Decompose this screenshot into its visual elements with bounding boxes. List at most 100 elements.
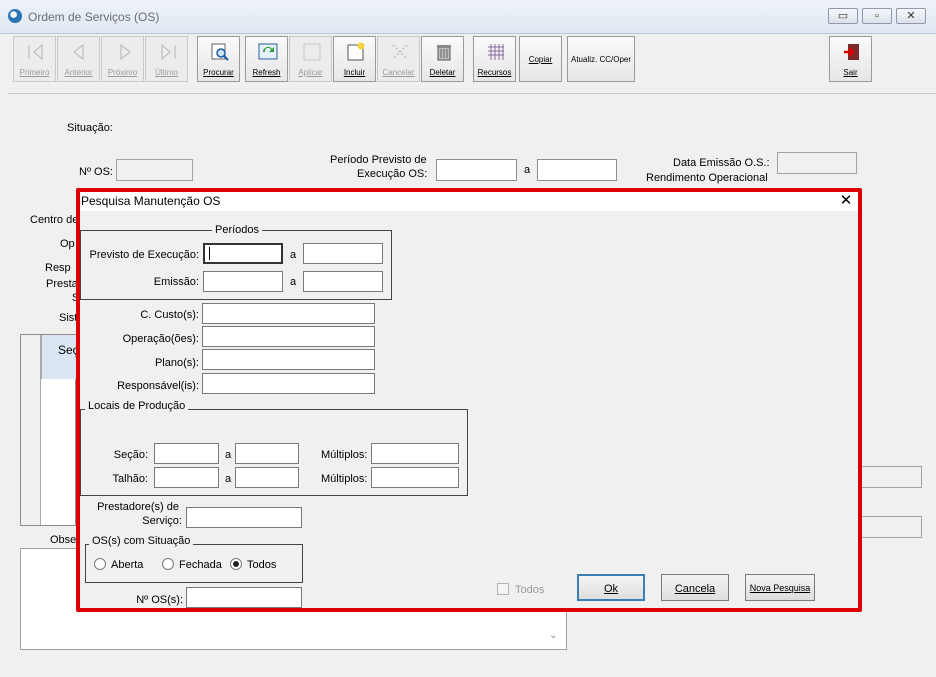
rendimento-label: Rendimento Operacional: [646, 172, 768, 184]
no-os-label: Nº OS:: [79, 166, 113, 178]
next-button-label: Próximo: [107, 68, 138, 77]
todos-checkbox-label: Todos: [515, 584, 545, 596]
last-record-icon: [161, 43, 176, 61]
situacao-label: Situação:: [67, 122, 113, 134]
emissao-end-input[interactable]: [303, 271, 383, 292]
emissao-label: Emissão:: [153, 276, 199, 288]
previsto-end-input[interactable]: [303, 243, 383, 264]
search-button[interactable]: Procurar: [197, 36, 240, 82]
periodo-start-field[interactable]: [436, 159, 517, 181]
cancel-button[interactable]: Cancelar: [377, 36, 420, 82]
text-cursor: [209, 247, 210, 260]
operacoes-input[interactable]: [202, 326, 375, 347]
talhao-multiplos-label: Múltiplos:: [321, 473, 368, 485]
close-icon: ✕: [839, 192, 853, 209]
prestadores-input[interactable]: [186, 507, 302, 528]
first-button[interactable]: Primeiro: [13, 36, 56, 82]
radio-fechada[interactable]: [162, 558, 174, 570]
nova-pesquisa-button-label: Nova Pesquisa: [749, 583, 811, 593]
radio-aberta[interactable]: [94, 558, 106, 570]
next-record-icon: [120, 43, 131, 61]
next-button[interactable]: Próximo: [101, 36, 144, 82]
talhao-multiplos-input[interactable]: [371, 467, 459, 488]
ok-button-label: Ok: [603, 583, 619, 595]
dialog-close-button[interactable]: ✕: [838, 193, 854, 209]
maximize-icon: ▫: [875, 10, 879, 22]
previous-button[interactable]: Anterior: [57, 36, 100, 82]
radio-fechada-label: Fechada: [179, 559, 222, 571]
trash-icon: [437, 45, 451, 61]
data-emissao-label: Data Emissão O.S.:: [673, 157, 770, 169]
periodo-end-field[interactable]: [537, 159, 617, 181]
secao-multiplos-input[interactable]: [371, 443, 459, 464]
search-icon: [211, 43, 229, 61]
periodos-group-label: Períodos: [212, 224, 263, 236]
window-title: Ordem de Serviços (OS): [28, 10, 160, 24]
emissao-start-input[interactable]: [203, 271, 283, 292]
c-custo-input[interactable]: [202, 303, 375, 324]
refresh-button[interactable]: Refresh: [245, 36, 288, 82]
update-cc-oper-button-label: Atualiz. CC/Oper: [570, 55, 632, 64]
last-button-label: Último: [155, 68, 178, 77]
radio-todos[interactable]: [230, 558, 242, 570]
responsavel-input[interactable]: [202, 373, 375, 394]
refresh-button-label: Refresh: [252, 68, 281, 77]
talhao-label: Talhão:: [112, 473, 148, 485]
presta-label: Presta: [46, 278, 78, 290]
cancela-button-label: Cancela: [674, 583, 716, 595]
prestadores-label-line2: Serviço:: [142, 515, 182, 527]
right-field-2[interactable]: [858, 516, 922, 538]
copy-button[interactable]: Copiar: [519, 36, 562, 82]
radio-aberta-label: Aberta: [111, 559, 144, 571]
plano-label: Plano(s):: [154, 357, 199, 369]
minimize-button[interactable]: ▭: [828, 8, 858, 24]
previsto-label: Previsto de Execução:: [89, 249, 199, 261]
situacao-group-label: OS(s) com Situação: [89, 535, 194, 547]
grid-header: Seç: [41, 335, 79, 379]
secao-multiplos-label: Múltiplos:: [321, 449, 368, 461]
secao-start-input[interactable]: [154, 443, 219, 464]
delete-button[interactable]: Deletar: [421, 36, 464, 82]
cancel-icon: [392, 44, 408, 60]
execucao-os-label: Execução OS:: [357, 168, 428, 180]
emissao-a-label: a: [290, 276, 297, 288]
cancel-button-label: Cancelar: [382, 68, 415, 77]
secao-end-input[interactable]: [235, 443, 299, 464]
right-field-1[interactable]: [858, 466, 922, 488]
apply-button[interactable]: Aplicar: [289, 36, 332, 82]
no-os-field[interactable]: [116, 159, 193, 181]
add-button[interactable]: Incluir: [333, 36, 376, 82]
centro-label: Centro de: [30, 214, 79, 226]
data-emissao-field[interactable]: [777, 152, 857, 174]
maximize-button[interactable]: ▫: [862, 8, 892, 24]
apply-icon: [303, 43, 321, 61]
app-icon: [8, 9, 22, 23]
todos-checkbox[interactable]: [497, 583, 509, 595]
ok-button[interactable]: Ok: [577, 574, 645, 601]
data-grid[interactable]: Seç: [20, 334, 79, 526]
exit-button[interactable]: Sair: [829, 36, 872, 82]
nova-pesquisa-button[interactable]: Nova Pesquisa: [745, 574, 815, 601]
close-window-button[interactable]: ✕: [896, 8, 926, 24]
refresh-icon: [258, 43, 278, 60]
dialog-no-os-input[interactable]: [186, 587, 302, 608]
add-icon: [347, 42, 365, 61]
last-button[interactable]: Último: [145, 36, 188, 82]
talhao-end-input[interactable]: [235, 467, 299, 488]
plano-input[interactable]: [202, 349, 375, 370]
previous-button-label: Anterior: [64, 68, 93, 77]
add-button-label: Incluir: [343, 68, 366, 77]
grid-icon: [488, 44, 504, 60]
secao-a-label: a: [225, 449, 232, 461]
talhao-start-input[interactable]: [154, 467, 219, 488]
first-button-label: Primeiro: [19, 68, 50, 77]
op-label: Op: [60, 238, 75, 250]
previsto-start-input[interactable]: [203, 243, 283, 264]
update-cc-oper-button[interactable]: Atualiz. CC/Oper: [567, 36, 635, 82]
resources-button[interactable]: Recursos: [473, 36, 516, 82]
cancela-button[interactable]: Cancela: [661, 574, 729, 601]
scroll-down-icon[interactable]: ⌄: [549, 630, 557, 641]
radio-todos-label: Todos: [247, 559, 277, 571]
prestadores-label-line1: Prestadore(s) de: [97, 501, 179, 513]
periodo-previsto-label: Período Previsto de: [330, 154, 427, 166]
